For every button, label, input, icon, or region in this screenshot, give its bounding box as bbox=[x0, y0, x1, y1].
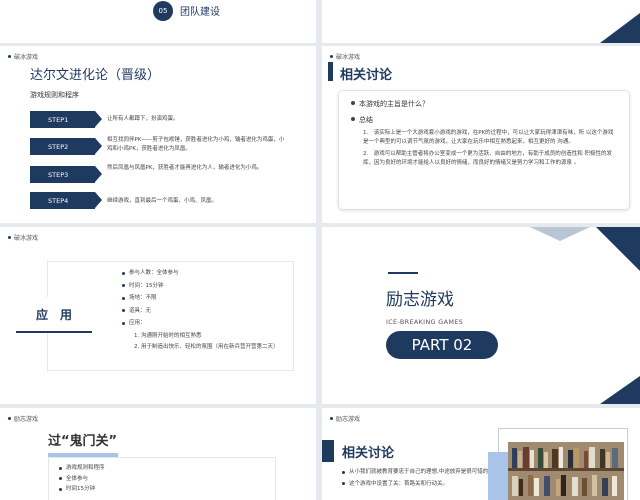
step-desc: 相互找同伴PK——剪子包袱锤，获胜者进化为小鸡，输者进化为鸡蛋，小鸡和小鸡PK，… bbox=[107, 137, 285, 152]
list-item: 这个游戏中设置了关：首路关和行动关。 bbox=[342, 480, 502, 489]
slide-darwin-game[interactable]: 破冰游戏 达尔文进化论（晋级） 游戏规则和程序 STEP1 让所有人都蹲下，扮演… bbox=[0, 46, 316, 223]
tag-dot-icon bbox=[330, 417, 333, 420]
slide-tag: 破冰游戏 bbox=[8, 233, 38, 242]
list-item: 全体参与 bbox=[59, 475, 265, 484]
info-item: 应用： bbox=[122, 319, 292, 328]
step-label: STEP4 bbox=[30, 192, 102, 209]
bullet-icon bbox=[122, 271, 125, 275]
title-rule bbox=[388, 272, 418, 274]
slide-title: 过“鬼门关” bbox=[48, 434, 118, 449]
bullet-icon bbox=[351, 101, 355, 105]
summary-item: 总结 bbox=[351, 115, 617, 125]
tag-dot-icon bbox=[330, 55, 333, 58]
step-4: STEP4 bbox=[30, 192, 102, 209]
slide-tag: 破冰游戏 bbox=[330, 52, 360, 61]
step-2: STEP2 bbox=[30, 138, 102, 155]
slide-section-header[interactable]: 05 团队建设 bbox=[0, 0, 316, 43]
step-label: STEP1 bbox=[30, 111, 102, 128]
slide-top-right[interactable] bbox=[322, 0, 640, 43]
part-subtitle: ICE-BREAKING GAMES bbox=[386, 318, 464, 326]
slide-title: 达尔文进化论（晋级） bbox=[30, 68, 161, 83]
slide-ghost-gate[interactable]: 励志游戏 过“鬼门关” 游戏规则和程序 全体参与 时间15分钟 bbox=[0, 408, 316, 500]
slide-tag: 励志游戏 bbox=[330, 414, 360, 423]
slide-part-02[interactable]: 励志游戏 ICE-BREAKING GAMES PART 02 bbox=[322, 227, 640, 404]
bullet-icon bbox=[59, 466, 62, 470]
bullet-icon bbox=[122, 309, 125, 312]
corner-triangle-bottom bbox=[600, 376, 640, 404]
slide-tag: 破冰游戏 bbox=[8, 52, 38, 61]
bullet-icon bbox=[59, 487, 62, 491]
corner-triangle-dark bbox=[596, 227, 640, 271]
bullet-icon bbox=[122, 284, 125, 287]
section-title: 团队建设 bbox=[180, 7, 220, 18]
corner-triangle-light bbox=[530, 227, 590, 241]
tag-dot-icon bbox=[8, 236, 11, 239]
bookshelf-illustration bbox=[508, 442, 624, 500]
step-desc: 让所有人都蹲下，扮演鸡蛋。 bbox=[107, 116, 179, 122]
step-3: STEP3 bbox=[30, 166, 102, 183]
corner-triangle bbox=[600, 13, 640, 43]
slide-discussion-2[interactable]: 励志游戏 相关讨论 从小我们就被教育要忠于自己的理想,中途放弃是很可惜的。 这个… bbox=[322, 408, 640, 500]
heading-text: 应 用 bbox=[35, 307, 72, 322]
summary-point: 2. 游戏可以帮助主管者将办公室变成一个更为活跃、自由的地方，有助于成员的创造性… bbox=[363, 151, 612, 166]
bullet-icon bbox=[342, 470, 345, 474]
question-item: 本游戏的主旨是什么？ bbox=[351, 99, 617, 109]
step-label: STEP3 bbox=[30, 166, 102, 183]
slide-title: 相关讨论 bbox=[340, 68, 393, 83]
content-box: 游戏规则和程序 全体参与 时间15分钟 bbox=[48, 457, 276, 500]
info-item: 参与人数：全体参与 bbox=[122, 269, 292, 278]
heading-box: 应 用 bbox=[16, 297, 92, 333]
bullet-icon bbox=[122, 296, 125, 300]
bookshelf-image bbox=[508, 442, 624, 500]
slide-discussion[interactable]: 破冰游戏 相关讨论 本游戏的主旨是什么？ 总结 1. 该实际上是一个大游戏套小游… bbox=[322, 46, 640, 223]
content-list: 从小我们就被教育要忠于自己的理想,中途放弃是很可惜的。 这个游戏中设置了关：首路… bbox=[342, 468, 502, 488]
part-label: PART 02 bbox=[411, 336, 473, 354]
list-item: 从小我们就被教育要忠于自己的理想,中途放弃是很可惜的。 bbox=[342, 468, 502, 477]
step-label: STEP2 bbox=[30, 138, 102, 155]
info-subitem: 1. 沟通刚开始时的相互熟悉 bbox=[134, 332, 202, 339]
part-pill: PART 02 bbox=[386, 331, 498, 359]
slide-application[interactable]: 破冰游戏 应 用 参与人数：全体参与 时间：15分钟 场地：不限 道具：无 应用… bbox=[0, 227, 316, 404]
discussion-card: 本游戏的主旨是什么？ 总结 1. 该实际上是一个大游戏套小游戏的游戏，在PK的过… bbox=[338, 90, 630, 210]
slide-title: 相关讨论 bbox=[342, 446, 395, 461]
slide-tag: 励志游戏 bbox=[8, 414, 38, 423]
step-desc: 然后凤凰与凤凰PK，获胜者才能再进化为人，输者进化为小鸡。 bbox=[107, 165, 263, 171]
section-number: 05 bbox=[158, 7, 168, 15]
section-number-badge: 05 bbox=[153, 1, 173, 21]
info-item: 场地：不限 bbox=[122, 294, 292, 303]
title-accent-bar bbox=[322, 440, 334, 462]
info-item: 道具：无 bbox=[122, 307, 292, 316]
list-item: 时间15分钟 bbox=[59, 485, 265, 494]
part-title: 励志游戏 bbox=[386, 290, 454, 310]
tag-dot-icon bbox=[8, 55, 11, 58]
info-subitem: 2. 用于制造出快乐、轻松的氛围（用在新兵营开营第二天） bbox=[134, 344, 279, 350]
bullet-icon bbox=[59, 477, 62, 480]
info-item: 时间：15分钟 bbox=[122, 282, 292, 291]
info-list: 参与人数：全体参与 时间：15分钟 场地：不限 道具：无 应用： 1. 沟通刚开… bbox=[122, 269, 292, 352]
tag-dot-icon bbox=[8, 417, 11, 420]
bullet-icon bbox=[351, 117, 355, 121]
summary-point: 1. 该实际上是一个大游戏套小游戏的游戏，在PK的过程中，可以让大家玩得津津有味… bbox=[363, 130, 614, 145]
step-desc: 继续游戏，直到最后一个鸡蛋、小鸡、凤凰。 bbox=[107, 198, 218, 204]
title-accent-bar bbox=[328, 62, 333, 81]
bullet-icon bbox=[342, 482, 345, 485]
list-item: 游戏规则和程序 bbox=[59, 464, 265, 473]
step-1: STEP1 bbox=[30, 111, 102, 128]
bullet-icon bbox=[122, 321, 125, 325]
slide-subtitle: 游戏规则和程序 bbox=[30, 91, 79, 99]
